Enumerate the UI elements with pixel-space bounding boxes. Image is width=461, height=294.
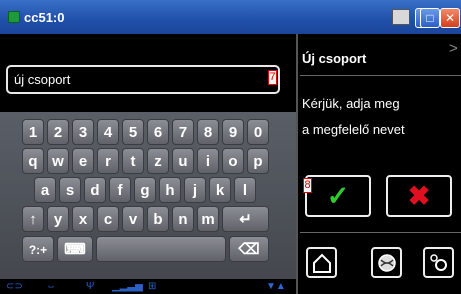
on-screen-keyboard: 1 2 3 4 5 6 7 8 9 0 q w e r t z u i o p …	[0, 112, 296, 279]
key[interactable]: x	[72, 206, 94, 232]
key[interactable]: 6	[147, 119, 169, 145]
group-name-input[interactable]: új csoport	[6, 65, 280, 94]
antenna-icon: Ψ	[86, 281, 95, 292]
symbols-key[interactable]: ?:+	[22, 236, 54, 262]
ball-button[interactable]	[371, 247, 402, 278]
key[interactable]: k	[209, 177, 231, 203]
cross-icon: ✖	[407, 181, 431, 211]
key[interactable]: h	[159, 177, 181, 203]
key[interactable]: m	[197, 206, 219, 232]
key[interactable]: y	[47, 206, 69, 232]
key[interactable]: 3	[72, 119, 94, 145]
close-button[interactable]: ✕	[440, 8, 460, 28]
pane-divider	[296, 34, 298, 294]
panel-message-line-2: a megfelelő nevet	[302, 122, 405, 137]
backspace-key[interactable]: ⌫	[229, 236, 269, 262]
key[interactable]: v	[122, 206, 144, 232]
chevron-right-icon[interactable]: >	[449, 40, 458, 57]
key[interactable]: 4	[97, 119, 119, 145]
key[interactable]: 2	[47, 119, 69, 145]
print-icon[interactable]	[392, 9, 410, 25]
space-key[interactable]	[96, 236, 226, 262]
key[interactable]: 9	[222, 119, 244, 145]
key[interactable]: s	[59, 177, 81, 203]
gear-icon	[430, 254, 447, 271]
shift-key[interactable]: ↑	[22, 206, 44, 232]
step-badge-8: 8	[303, 178, 312, 193]
title-bar: cc51:0 _ □ ✕	[0, 0, 461, 34]
key[interactable]: g	[134, 177, 156, 203]
key[interactable]: z	[147, 148, 169, 174]
key[interactable]: o	[222, 148, 244, 174]
keyboard-switch-key[interactable]: ⌨	[57, 236, 93, 262]
key[interactable]: c	[97, 206, 119, 232]
home-icon	[313, 253, 331, 273]
key[interactable]: d	[84, 177, 106, 203]
scroll-down-icon[interactable]: ▼▲	[266, 281, 286, 292]
key[interactable]: 1	[22, 119, 44, 145]
key[interactable]: t	[122, 148, 144, 174]
key[interactable]: 5	[122, 119, 144, 145]
grid-icon: ⊞	[148, 281, 157, 292]
key[interactable]: 8	[197, 119, 219, 145]
home-button[interactable]	[306, 247, 337, 278]
backspace-icon: ⌫	[238, 241, 260, 258]
key[interactable]: i	[197, 148, 219, 174]
key[interactable]: 7	[172, 119, 194, 145]
panel-title: Új csoport	[302, 51, 367, 66]
group-name-value: új csoport	[14, 72, 71, 87]
divider	[300, 75, 461, 76]
key[interactable]: p	[247, 148, 269, 174]
settings-button[interactable]	[423, 247, 454, 278]
confirm-button[interactable]: ✓	[305, 175, 371, 217]
key[interactable]: 0	[247, 119, 269, 145]
key[interactable]: w	[47, 148, 69, 174]
key[interactable]: u	[172, 148, 194, 174]
window-title: cc51:0	[24, 10, 65, 25]
key[interactable]: b	[147, 206, 169, 232]
ball-icon	[378, 254, 396, 272]
keyboard-icon: ⌨	[64, 241, 86, 258]
maximize-button[interactable]: □	[420, 8, 440, 28]
phone-icon	[8, 11, 20, 23]
divider	[300, 232, 461, 233]
network-icon: ⇔	[46, 281, 56, 292]
key[interactable]: q	[22, 148, 44, 174]
enter-key[interactable]: ↵	[222, 206, 269, 232]
panel-message-line-1: Kérjük, adja meg	[302, 96, 400, 111]
signal-icon: ▁▂▃▅	[112, 281, 143, 292]
key[interactable]: r	[97, 148, 119, 174]
key[interactable]: n	[172, 206, 194, 232]
key[interactable]: l	[234, 177, 256, 203]
key[interactable]: a	[34, 177, 56, 203]
key[interactable]: e	[72, 148, 94, 174]
connection-icon: ⊂⊃	[6, 281, 23, 292]
key[interactable]: f	[109, 177, 131, 203]
step-badge-7: 7	[268, 70, 277, 85]
cancel-button[interactable]: ✖	[386, 175, 452, 217]
checkmark-icon: ✓	[326, 181, 350, 211]
status-bar: ⊂⊃ ⇔ Ψ ▁▂▃▅ ⊞ ▼▲	[0, 279, 296, 294]
key[interactable]: j	[184, 177, 206, 203]
